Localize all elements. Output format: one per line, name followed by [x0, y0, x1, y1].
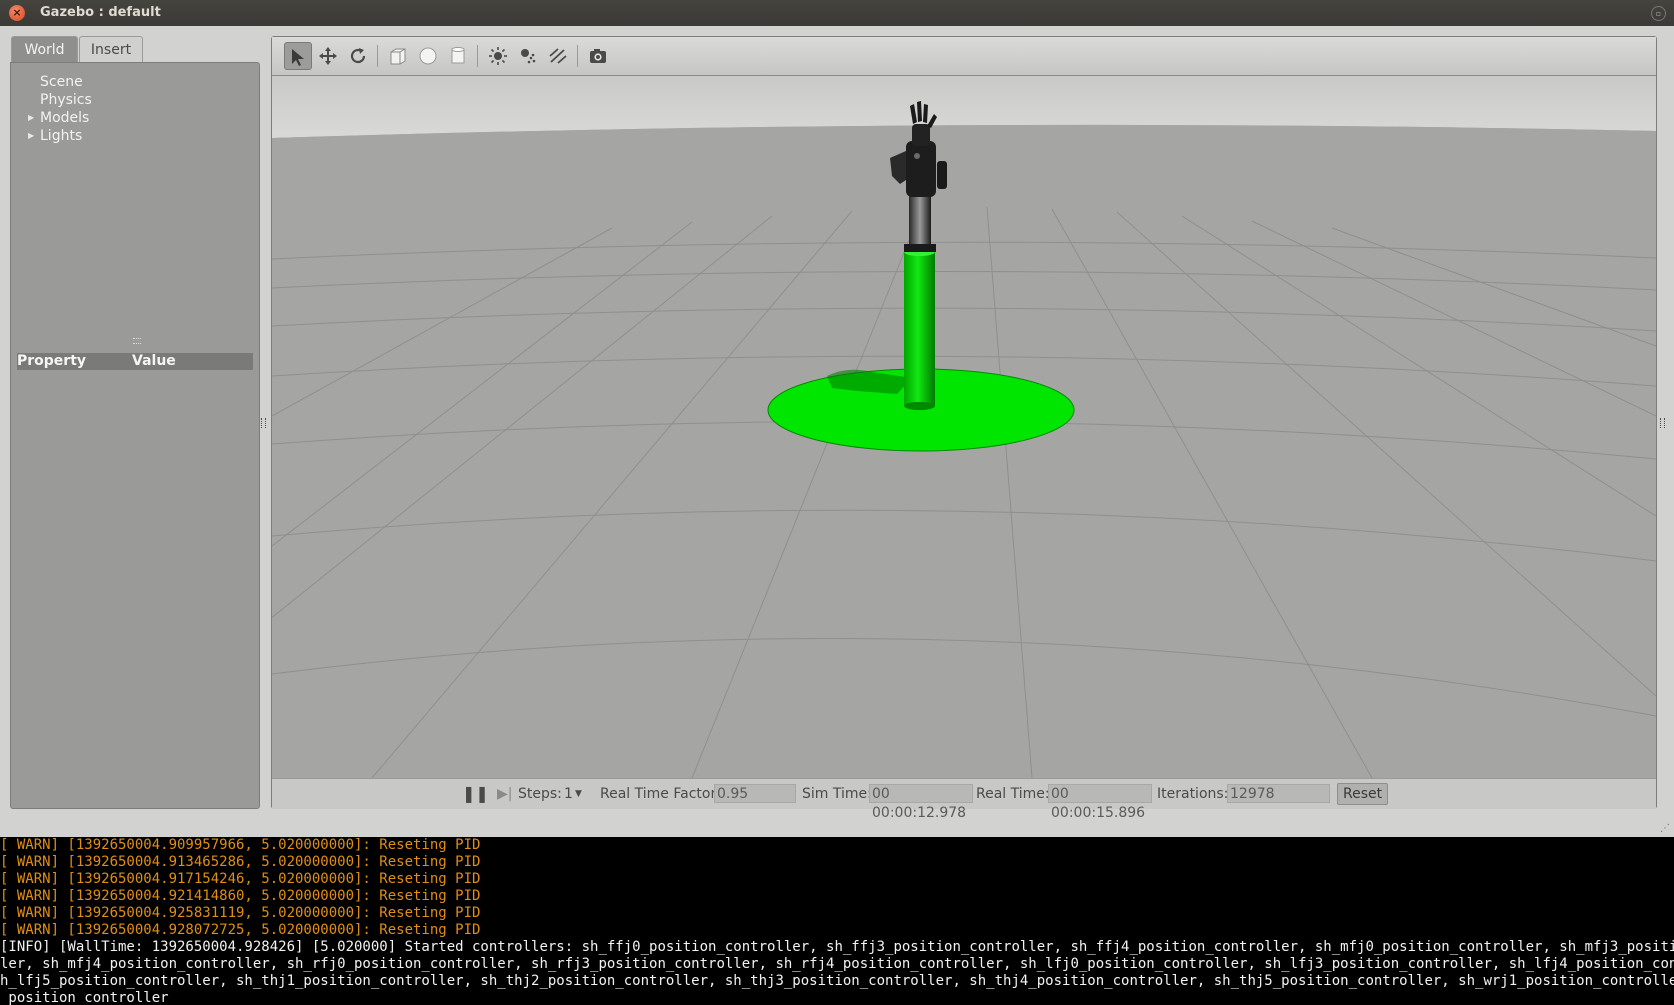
- right-splitter-handle[interactable]: [1660, 418, 1665, 428]
- panel-splitter-handle[interactable]: [133, 338, 141, 344]
- reset-time-button[interactable]: Reset: [1337, 783, 1389, 805]
- step-forward-icon[interactable]: ▶|: [497, 785, 512, 803]
- property-table-header: Property Value: [17, 353, 253, 370]
- select-tool-button[interactable]: [284, 42, 312, 70]
- camera-icon: [590, 49, 606, 63]
- translate-tool-button[interactable]: [314, 42, 342, 70]
- point-light-button[interactable]: [484, 42, 512, 70]
- left-splitter-handle[interactable]: [261, 418, 266, 428]
- rotate-icon: [350, 48, 366, 64]
- steps-label: Steps:: [518, 786, 562, 802]
- real-time-label: Real Time:: [976, 786, 1050, 802]
- main-area: World Insert Scene Physics ▶ Models ▶ Li…: [0, 26, 1674, 837]
- sim-time-field: 00 00:00:12.978: [869, 784, 973, 821]
- tree-item-scene[interactable]: Scene: [40, 73, 83, 91]
- close-window-button[interactable]: ×: [9, 5, 25, 21]
- window-titlebar: × Gazebo : default ▫: [0, 0, 1674, 26]
- iterations-label: Iterations:: [1157, 786, 1229, 802]
- terminal-warn-line: [ WARN] [1392650004.909957966, 5.0200000…: [0, 837, 481, 853]
- cylinder-shape-button[interactable]: [444, 42, 472, 70]
- sphere-shape-button[interactable]: [414, 42, 442, 70]
- restore-window-button[interactable]: ▫: [1651, 6, 1666, 21]
- cylinder-icon: [451, 47, 465, 64]
- toolbar-divider: [477, 45, 478, 67]
- expand-arrow-icon[interactable]: ▶: [28, 127, 34, 145]
- window-title: Gazebo : default: [40, 5, 161, 20]
- value-column-header[interactable]: Value: [132, 353, 176, 370]
- directional-light-button[interactable]: [544, 42, 572, 70]
- terminal-output: [ WARN] [1392650004.909957966, 5.0200000…: [0, 837, 1674, 1005]
- world-tree-pane: Scene Physics ▶ Models ▶ Lights Property…: [10, 62, 260, 809]
- directional-light-icon: [549, 48, 567, 64]
- render-viewport: ❚❚ ▶| Steps: 1 ▼ Real Time Factor: 0.95 …: [71, 36, 1657, 821]
- simulation-status-bar: ❚❚ ▶| Steps: 1 ▼ Real Time Factor: 0.95 …: [272, 778, 1656, 821]
- tree-item-lights[interactable]: Lights: [40, 127, 82, 145]
- tab-world[interactable]: World: [11, 36, 78, 63]
- tree-item-physics[interactable]: Physics: [40, 91, 92, 109]
- box-icon: [390, 48, 406, 65]
- iterations-field: 12978: [1227, 784, 1330, 803]
- terminal-warn-line: [ WARN] [1392650004.928072725, 5.0200000…: [0, 922, 481, 938]
- toolbar: [272, 37, 1656, 76]
- spot-light-button[interactable]: [514, 42, 542, 70]
- left-panel: World Insert Scene Physics ▶ Models ▶ Li…: [10, 36, 260, 809]
- box-shape-button[interactable]: [384, 42, 412, 70]
- toolbar-divider: [377, 45, 378, 67]
- terminal-warn-line: [ WARN] [1392650004.917154246, 5.0200000…: [0, 871, 481, 887]
- screenshot-button[interactable]: [584, 42, 612, 70]
- resize-grip-icon[interactable]: ⋰: [1660, 823, 1670, 834]
- steps-value[interactable]: 1: [564, 785, 573, 803]
- arrow-pointer-icon: [292, 49, 304, 66]
- tab-insert[interactable]: Insert: [79, 36, 143, 62]
- move-arrows-icon: [319, 47, 337, 65]
- property-column-header[interactable]: Property: [17, 353, 86, 370]
- sun-icon: [489, 47, 507, 65]
- spotlight-icon: [521, 49, 536, 64]
- pause-icon[interactable]: ❚❚: [462, 785, 489, 803]
- scene-render[interactable]: [71, 76, 1657, 779]
- rotate-tool-button[interactable]: [344, 42, 372, 70]
- pedestal-pole: [904, 252, 935, 406]
- terminal-warn-line: [ WARN] [1392650004.913465286, 5.0200000…: [0, 854, 481, 870]
- terminal-info-line: h_lfj5_position_controller, sh_thj1_posi…: [0, 973, 1674, 989]
- 3d-scene[interactable]: [71, 76, 1657, 779]
- terminal-info-line: ler, sh_mfj4_position_controller, sh_rfj…: [0, 956, 1674, 972]
- real-time-factor-field: 0.95: [714, 784, 796, 803]
- terminal-warn-line: [ WARN] [1392650004.925831119, 5.0200000…: [0, 905, 481, 921]
- chevron-down-icon[interactable]: ▼: [575, 785, 582, 803]
- expand-arrow-icon[interactable]: ▶: [28, 109, 34, 127]
- pole-bottom: [904, 402, 935, 410]
- tree-item-models[interactable]: Models: [40, 109, 89, 127]
- real-time-factor-label: Real Time Factor:: [600, 786, 721, 802]
- ground-plane: [272, 124, 1656, 778]
- terminal-info-line: [INFO] [WallTime: 1392650004.928426] [5.…: [0, 939, 1674, 955]
- sim-time-label: Sim Time:: [802, 786, 872, 802]
- terminal-warn-line: [ WARN] [1392650004.921414860, 5.0200000…: [0, 888, 481, 904]
- terminal-info-line: _position_controller: [0, 990, 169, 1005]
- sphere-icon: [419, 47, 437, 65]
- real-time-field: 00 00:00:15.896: [1048, 784, 1152, 821]
- toolbar-divider: [577, 45, 578, 67]
